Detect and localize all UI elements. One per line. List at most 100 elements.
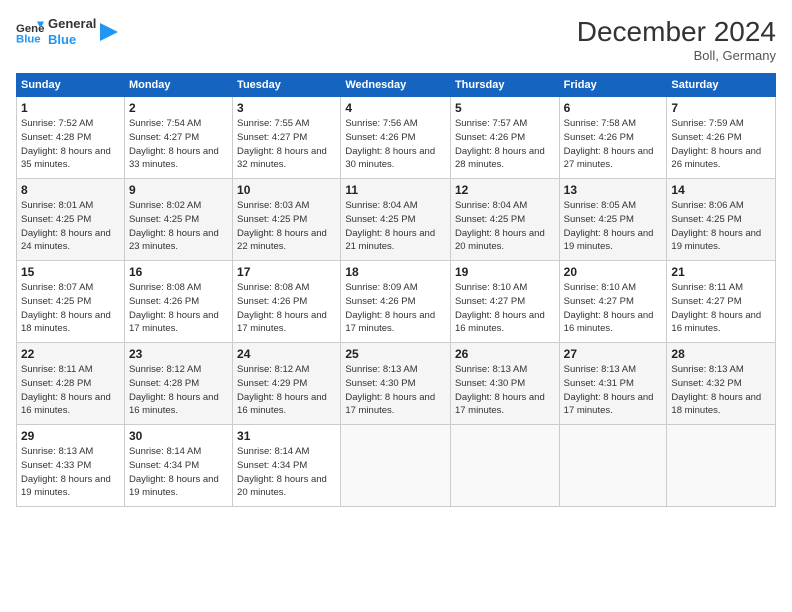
day-number: 5 — [455, 101, 555, 115]
day-number: 17 — [237, 265, 336, 279]
table-row: 5 Sunrise: 7:57 AMSunset: 4:26 PMDayligh… — [450, 97, 559, 179]
table-row: 13 Sunrise: 8:05 AMSunset: 4:25 PMDaylig… — [559, 179, 667, 261]
table-row: 3 Sunrise: 7:55 AMSunset: 4:27 PMDayligh… — [233, 97, 341, 179]
table-row: 26 Sunrise: 8:13 AMSunset: 4:30 PMDaylig… — [450, 343, 559, 425]
calendar-week-row: 15 Sunrise: 8:07 AMSunset: 4:25 PMDaylig… — [17, 261, 776, 343]
calendar-table: Sunday Monday Tuesday Wednesday Thursday… — [16, 73, 776, 507]
day-number: 24 — [237, 347, 336, 361]
table-row: 6 Sunrise: 7:58 AMSunset: 4:26 PMDayligh… — [559, 97, 667, 179]
day-number: 30 — [129, 429, 228, 443]
day-number: 14 — [671, 183, 771, 197]
day-number: 10 — [237, 183, 336, 197]
svg-text:Blue: Blue — [16, 33, 41, 45]
calendar-week-row: 29 Sunrise: 8:13 AMSunset: 4:33 PMDaylig… — [17, 425, 776, 507]
day-info: Sunrise: 8:06 AMSunset: 4:25 PMDaylight:… — [671, 200, 761, 252]
table-row: 28 Sunrise: 8:13 AMSunset: 4:32 PMDaylig… — [667, 343, 776, 425]
logo-arrow-icon — [100, 23, 118, 41]
day-number: 2 — [129, 101, 228, 115]
day-info: Sunrise: 8:08 AMSunset: 4:26 PMDaylight:… — [237, 282, 327, 334]
day-number: 25 — [345, 347, 446, 361]
day-number: 22 — [21, 347, 120, 361]
day-info: Sunrise: 7:58 AMSunset: 4:26 PMDaylight:… — [564, 118, 654, 170]
calendar-header-row: Sunday Monday Tuesday Wednesday Thursday… — [17, 74, 776, 97]
month-title: December 2024 — [577, 16, 776, 48]
day-info: Sunrise: 8:14 AMSunset: 4:34 PMDaylight:… — [129, 446, 219, 498]
day-info: Sunrise: 8:04 AMSunset: 4:25 PMDaylight:… — [455, 200, 545, 252]
col-saturday: Saturday — [667, 74, 776, 97]
table-row: 23 Sunrise: 8:12 AMSunset: 4:28 PMDaylig… — [124, 343, 232, 425]
header: General Blue General Blue December 2024 … — [16, 16, 776, 63]
calendar-week-row: 8 Sunrise: 8:01 AMSunset: 4:25 PMDayligh… — [17, 179, 776, 261]
col-sunday: Sunday — [17, 74, 125, 97]
table-row: 29 Sunrise: 8:13 AMSunset: 4:33 PMDaylig… — [17, 425, 125, 507]
day-number: 29 — [21, 429, 120, 443]
day-info: Sunrise: 8:07 AMSunset: 4:25 PMDaylight:… — [21, 282, 111, 334]
table-row: 19 Sunrise: 8:10 AMSunset: 4:27 PMDaylig… — [450, 261, 559, 343]
table-row: 27 Sunrise: 8:13 AMSunset: 4:31 PMDaylig… — [559, 343, 667, 425]
day-number: 16 — [129, 265, 228, 279]
day-number: 21 — [671, 265, 771, 279]
day-info: Sunrise: 8:13 AMSunset: 4:32 PMDaylight:… — [671, 364, 761, 416]
day-number: 8 — [21, 183, 120, 197]
day-info: Sunrise: 8:08 AMSunset: 4:26 PMDaylight:… — [129, 282, 219, 334]
table-row: 11 Sunrise: 8:04 AMSunset: 4:25 PMDaylig… — [341, 179, 451, 261]
day-info: Sunrise: 7:54 AMSunset: 4:27 PMDaylight:… — [129, 118, 219, 170]
day-number: 31 — [237, 429, 336, 443]
day-info: Sunrise: 8:14 AMSunset: 4:34 PMDaylight:… — [237, 446, 327, 498]
table-row — [450, 425, 559, 507]
day-info: Sunrise: 8:11 AMSunset: 4:27 PMDaylight:… — [671, 282, 761, 334]
day-info: Sunrise: 8:05 AMSunset: 4:25 PMDaylight:… — [564, 200, 654, 252]
table-row: 4 Sunrise: 7:56 AMSunset: 4:26 PMDayligh… — [341, 97, 451, 179]
day-number: 18 — [345, 265, 446, 279]
day-info: Sunrise: 8:02 AMSunset: 4:25 PMDaylight:… — [129, 200, 219, 252]
day-number: 28 — [671, 347, 771, 361]
day-info: Sunrise: 8:03 AMSunset: 4:25 PMDaylight:… — [237, 200, 327, 252]
table-row: 14 Sunrise: 8:06 AMSunset: 4:25 PMDaylig… — [667, 179, 776, 261]
table-row: 17 Sunrise: 8:08 AMSunset: 4:26 PMDaylig… — [233, 261, 341, 343]
day-info: Sunrise: 8:13 AMSunset: 4:30 PMDaylight:… — [455, 364, 545, 416]
day-info: Sunrise: 7:52 AMSunset: 4:28 PMDaylight:… — [21, 118, 111, 170]
table-row — [341, 425, 451, 507]
calendar-week-row: 22 Sunrise: 8:11 AMSunset: 4:28 PMDaylig… — [17, 343, 776, 425]
table-row: 15 Sunrise: 8:07 AMSunset: 4:25 PMDaylig… — [17, 261, 125, 343]
location: Boll, Germany — [577, 48, 776, 63]
table-row — [559, 425, 667, 507]
day-number: 7 — [671, 101, 771, 115]
day-info: Sunrise: 8:09 AMSunset: 4:26 PMDaylight:… — [345, 282, 435, 334]
day-number: 9 — [129, 183, 228, 197]
day-number: 11 — [345, 183, 446, 197]
day-info: Sunrise: 8:12 AMSunset: 4:29 PMDaylight:… — [237, 364, 327, 416]
table-row: 7 Sunrise: 7:59 AMSunset: 4:26 PMDayligh… — [667, 97, 776, 179]
table-row: 8 Sunrise: 8:01 AMSunset: 4:25 PMDayligh… — [17, 179, 125, 261]
col-tuesday: Tuesday — [233, 74, 341, 97]
day-info: Sunrise: 7:56 AMSunset: 4:26 PMDaylight:… — [345, 118, 435, 170]
day-number: 1 — [21, 101, 120, 115]
day-number: 12 — [455, 183, 555, 197]
day-info: Sunrise: 8:10 AMSunset: 4:27 PMDaylight:… — [455, 282, 545, 334]
title-block: December 2024 Boll, Germany — [577, 16, 776, 63]
table-row: 16 Sunrise: 8:08 AMSunset: 4:26 PMDaylig… — [124, 261, 232, 343]
table-row: 2 Sunrise: 7:54 AMSunset: 4:27 PMDayligh… — [124, 97, 232, 179]
day-info: Sunrise: 7:59 AMSunset: 4:26 PMDaylight:… — [671, 118, 761, 170]
day-info: Sunrise: 7:55 AMSunset: 4:27 PMDaylight:… — [237, 118, 327, 170]
logo: General Blue General Blue — [16, 16, 118, 47]
table-row — [667, 425, 776, 507]
day-number: 19 — [455, 265, 555, 279]
day-number: 3 — [237, 101, 336, 115]
calendar-week-row: 1 Sunrise: 7:52 AMSunset: 4:28 PMDayligh… — [17, 97, 776, 179]
table-row: 12 Sunrise: 8:04 AMSunset: 4:25 PMDaylig… — [450, 179, 559, 261]
table-row: 30 Sunrise: 8:14 AMSunset: 4:34 PMDaylig… — [124, 425, 232, 507]
col-wednesday: Wednesday — [341, 74, 451, 97]
day-number: 15 — [21, 265, 120, 279]
page: General Blue General Blue December 2024 … — [0, 0, 792, 612]
day-info: Sunrise: 8:13 AMSunset: 4:30 PMDaylight:… — [345, 364, 435, 416]
col-friday: Friday — [559, 74, 667, 97]
day-info: Sunrise: 8:11 AMSunset: 4:28 PMDaylight:… — [21, 364, 111, 416]
table-row: 1 Sunrise: 7:52 AMSunset: 4:28 PMDayligh… — [17, 97, 125, 179]
table-row: 24 Sunrise: 8:12 AMSunset: 4:29 PMDaylig… — [233, 343, 341, 425]
col-thursday: Thursday — [450, 74, 559, 97]
day-info: Sunrise: 8:10 AMSunset: 4:27 PMDaylight:… — [564, 282, 654, 334]
day-number: 27 — [564, 347, 663, 361]
logo-text-blue: Blue — [48, 32, 96, 48]
day-info: Sunrise: 8:12 AMSunset: 4:28 PMDaylight:… — [129, 364, 219, 416]
